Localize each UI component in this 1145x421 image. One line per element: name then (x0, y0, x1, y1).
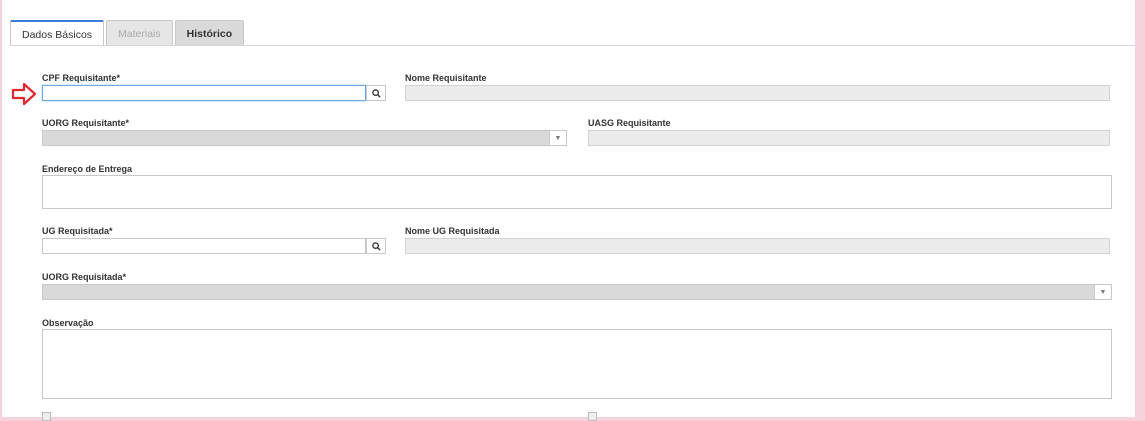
cpf-requisitante-label: CPF Requisitante* (42, 73, 121, 83)
endereco-entrega-label: Endereço de Entrega (42, 164, 133, 174)
endereco-entrega-textarea[interactable] (42, 175, 1112, 209)
cpf-requisitante-input[interactable] (42, 85, 366, 101)
uasg-requisitante-label: UASG Requisitante (588, 118, 671, 128)
tab-divider (10, 45, 1135, 46)
uorg-requisitante-select[interactable]: ▼ (42, 130, 567, 146)
tab-bar: Dados Básicos Materiais Histórico (10, 20, 246, 46)
ug-requisitada-label: UG Requisitada* (42, 226, 113, 236)
observacao-label: Observação (42, 318, 94, 328)
chevron-down-icon: ▼ (549, 131, 566, 145)
search-icon (371, 88, 381, 98)
uorg-requisitada-select[interactable]: ▼ (42, 284, 1112, 300)
uorg-requisitada-label: UORG Requisitada* (42, 272, 127, 282)
ug-search-button[interactable] (366, 238, 386, 254)
tab-dados-basicos[interactable]: Dados Básicos (10, 20, 105, 46)
arrow-right-icon (11, 82, 37, 106)
tab-historico[interactable]: Histórico (174, 20, 245, 46)
uasg-requisitante-field (588, 130, 1110, 146)
ug-requisitada-input[interactable] (42, 238, 366, 254)
chevron-down-icon: ▼ (1094, 285, 1111, 299)
nome-ug-requisitada-label: Nome UG Requisitada (405, 226, 500, 236)
form-panel: Dados Básicos Materiais Histórico CPF Re… (2, 0, 1135, 421)
uorg-requisitante-label: UORG Requisitante* (42, 118, 130, 128)
cpf-search-button[interactable] (366, 85, 386, 101)
observacao-textarea[interactable] (42, 329, 1112, 399)
nome-requisitante-label: Nome Requisitante (405, 73, 487, 83)
nome-requisitante-field (405, 85, 1110, 101)
search-icon (371, 241, 381, 251)
tab-materiais[interactable]: Materiais (106, 20, 173, 46)
nome-ug-requisitada-field (405, 238, 1110, 254)
